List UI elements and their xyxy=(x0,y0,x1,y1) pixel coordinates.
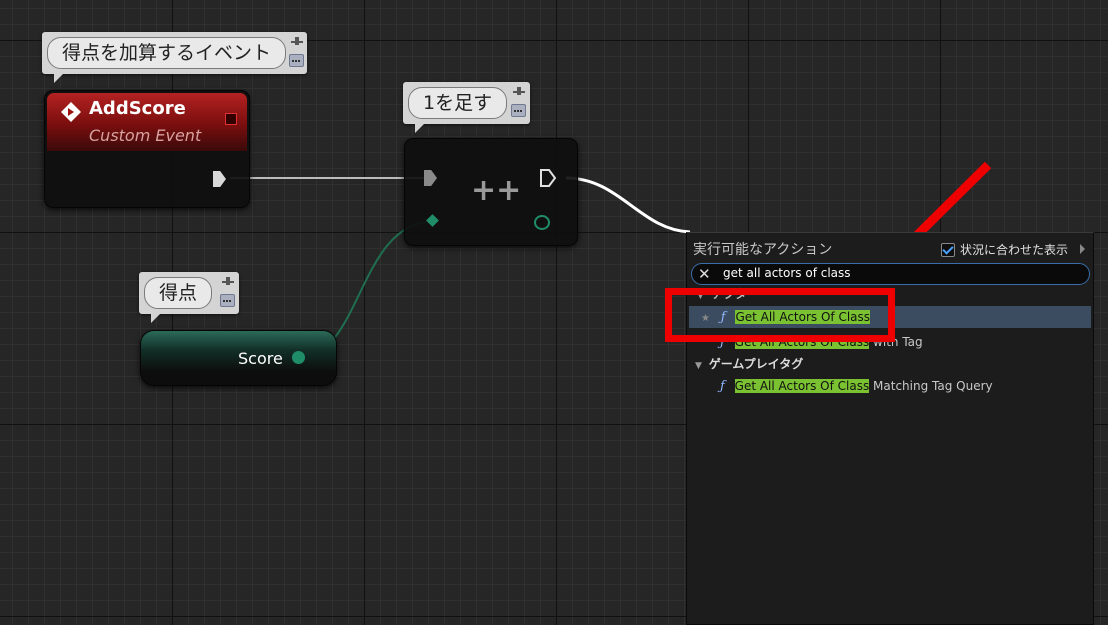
menu-title: 実行可能なアクション xyxy=(693,242,833,258)
comment-options-icon[interactable] xyxy=(289,54,304,67)
event-comment[interactable]: 得点を加算するイベント xyxy=(42,32,307,83)
result-suffix: Matching Tag Query xyxy=(869,379,993,393)
event-icon xyxy=(61,102,81,122)
score-comment-text: 得点 xyxy=(144,277,213,309)
pin-icon[interactable] xyxy=(291,37,303,47)
annotation-highlight-box xyxy=(665,288,895,342)
context-sensitive-arrow-icon xyxy=(1080,244,1085,254)
context-sensitive-label[interactable]: 状況に合わせた表示 xyxy=(960,241,1068,258)
score-comment[interactable]: 得点 xyxy=(139,272,239,323)
custom-event-node[interactable]: AddScore Custom Event xyxy=(44,90,250,208)
exec-out-pin[interactable] xyxy=(539,168,557,188)
delegate-pin[interactable] xyxy=(225,113,237,125)
category-row-gameplay-tags[interactable]: ▼ ゲームプレイタグ xyxy=(689,353,1091,375)
variable-output-pin[interactable] xyxy=(292,351,305,364)
increment-comment[interactable]: 1を足す xyxy=(403,82,530,133)
category-collapse-icon: ▼ xyxy=(695,361,702,371)
action-result-item[interactable]: ƒ Get All Actors Of Class Matching Tag Q… xyxy=(689,375,1091,397)
int-output-pin[interactable] xyxy=(534,215,550,230)
pin-icon[interactable] xyxy=(222,277,234,287)
exec-in-pin[interactable] xyxy=(424,170,437,186)
exec-out-pin[interactable] xyxy=(213,171,226,187)
variable-label: Score xyxy=(238,349,283,368)
node-subtitle: Custom Event xyxy=(89,126,202,145)
pending-exec-wire xyxy=(565,176,691,234)
node-title: AddScore xyxy=(89,98,186,119)
result-match: Get All Actors Of Class xyxy=(734,379,870,393)
clear-search-icon[interactable]: ✕ xyxy=(698,264,711,284)
increment-node[interactable]: ++ xyxy=(404,138,578,246)
comment-options-icon[interactable] xyxy=(220,294,235,307)
score-variable-node[interactable]: Score xyxy=(140,330,337,386)
search-value: get all actors of class xyxy=(723,266,851,280)
search-input[interactable]: ✕ get all actors of class xyxy=(691,263,1090,285)
context-sensitive-checkbox[interactable] xyxy=(941,243,955,257)
operator-symbol: ++ xyxy=(471,173,522,208)
pin-icon[interactable] xyxy=(513,87,525,97)
event-comment-text: 得点を加算するイベント xyxy=(47,37,287,69)
function-icon: ƒ xyxy=(720,379,725,394)
comment-options-icon[interactable] xyxy=(511,104,526,117)
int-input-pin[interactable] xyxy=(426,214,439,227)
category-label: ゲームプレイタグ xyxy=(708,357,804,371)
increment-comment-text: 1を足す xyxy=(408,87,508,119)
